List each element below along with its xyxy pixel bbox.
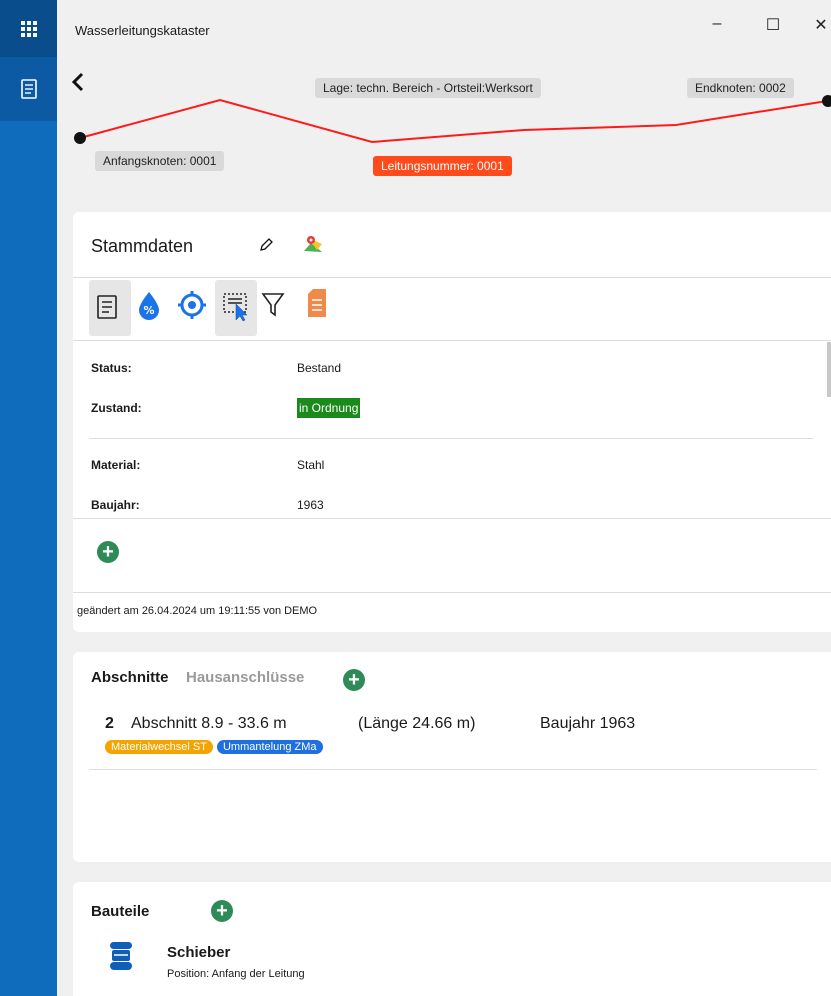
leitungsnummer-label: Leitungsnummer: 0001 <box>373 156 512 176</box>
zustand-badge: in Ordnung <box>297 398 361 418</box>
divider <box>73 277 831 278</box>
abschnitt-baujahr: Baujahr 1963 <box>540 715 636 732</box>
rail-item-document[interactable] <box>0 57 57 121</box>
stammdaten-card: Stammdaten % Status: Bestand Zustand: in… <box>73 212 831 632</box>
minimize-button[interactable]: – <box>705 15 729 33</box>
close-button[interactable]: ✕ <box>809 15 831 35</box>
status-value: Bestand <box>297 361 342 375</box>
map-location-icon[interactable] <box>302 234 324 256</box>
add-abschnitt-button[interactable]: + <box>343 669 365 691</box>
abschnitt-range: Abschnitt 8.9 - 33.6 m <box>131 715 287 732</box>
zustand-label: Zustand: <box>91 401 142 415</box>
material-label: Material: <box>91 458 141 472</box>
title-bar: Wasserleitungskataster – ☐ ✕ <box>57 0 831 62</box>
stammdaten-title: Stammdaten <box>91 236 194 256</box>
pencil-edit-icon[interactable] <box>258 237 274 253</box>
status-label: Status: <box>91 361 132 375</box>
filter-icon[interactable] <box>261 292 285 318</box>
select-cursor-icon <box>223 293 248 322</box>
target-location-icon[interactable] <box>177 290 207 320</box>
tag-ummantelung: Ummantelung ZMa <box>216 740 323 754</box>
abschnitt-length: (Länge 24.66 m) <box>358 715 476 732</box>
abschnitte-card: Abschnitte Hausanschlüsse + 2 Abschnitt … <box>73 652 831 862</box>
water-drop-percent-icon[interactable]: % <box>137 290 161 320</box>
divider <box>89 769 817 770</box>
divider <box>73 340 831 341</box>
tab-hausanschluesse[interactable]: Hausanschlüsse <box>186 669 304 686</box>
app-rail <box>0 0 57 996</box>
baujahr-label: Baujahr: <box>91 498 140 512</box>
add-bauteil-button[interactable]: + <box>211 900 233 922</box>
lage-label: Lage: techn. Bereich - Ortsteil:Werksort <box>315 78 541 98</box>
bauteile-card: Bauteile + Schieber Position: Anfang der… <box>73 882 831 996</box>
valve-icon <box>110 942 132 970</box>
scrollbar-thumb[interactable] <box>827 342 831 397</box>
app-launcher-button[interactable] <box>0 0 57 57</box>
document-icon <box>20 79 37 99</box>
maximize-button[interactable]: ☐ <box>761 15 785 35</box>
bauteile-title: Bauteile <box>91 903 150 920</box>
window-title: Wasserleitungskataster <box>75 23 210 38</box>
end-node <box>822 95 831 107</box>
abschnitt-number: 2 <box>105 715 114 732</box>
svg-text:%: % <box>143 304 154 317</box>
baujahr-value: 1963 <box>297 498 324 512</box>
document-report-icon[interactable] <box>307 288 327 318</box>
abschnitt-tags: Materialwechsel ST Ummantelung ZMa <box>105 737 327 755</box>
endknoten-label[interactable]: Endknoten: 0002 <box>687 78 794 98</box>
anfangsknoten-label[interactable]: Anfangsknoten: 0001 <box>95 151 225 171</box>
divider <box>73 518 831 519</box>
divider <box>73 592 831 593</box>
route-diagram: Lage: techn. Bereich - Ortsteil:Werksort… <box>57 62 831 200</box>
changed-footer: geändert am 26.04.2024 um 19:11:55 von D… <box>77 605 318 617</box>
tag-materialwechsel: Materialwechsel ST <box>105 740 213 754</box>
material-value: Stahl <box>297 458 325 472</box>
start-node <box>74 132 86 144</box>
add-field-button[interactable]: + <box>97 541 119 563</box>
details-list-icon <box>97 295 117 319</box>
bauteil-position: Position: Anfang der Leitung <box>167 968 305 980</box>
tab-abschnitte[interactable]: Abschnitte <box>91 669 169 686</box>
divider <box>89 438 813 439</box>
apps-grid-icon <box>20 20 37 37</box>
bauteil-name: Schieber <box>167 944 231 961</box>
tab-selection[interactable] <box>215 280 257 336</box>
tab-details[interactable] <box>89 280 131 336</box>
